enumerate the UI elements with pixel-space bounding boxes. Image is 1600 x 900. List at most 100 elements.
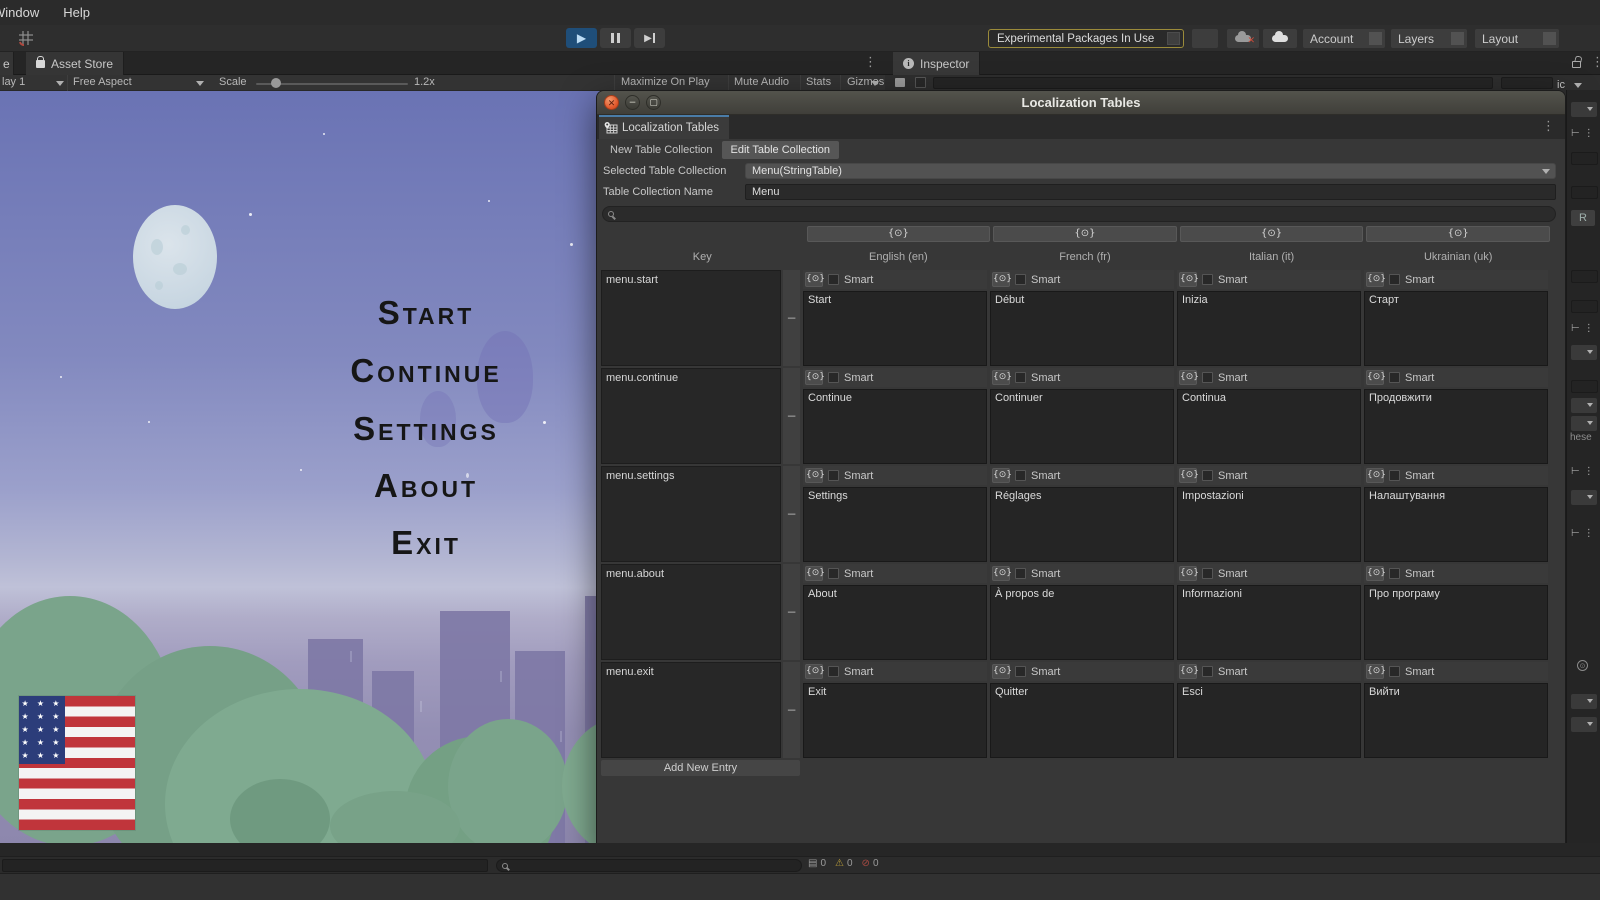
smart-checkbox[interactable] <box>1015 372 1026 383</box>
console-warning-count[interactable]: ⚠0 <box>835 858 853 869</box>
translation-value-field[interactable]: Continue <box>803 389 987 464</box>
row-remove-handle[interactable]: − <box>783 564 800 660</box>
game-panel-menu-icon[interactable]: ⋮ <box>864 56 877 69</box>
layers-dropdown[interactable]: Layers <box>1391 29 1467 48</box>
sliver-dropdown[interactable] <box>1571 416 1597 431</box>
smart-checkbox[interactable] <box>1202 372 1213 383</box>
key-cell[interactable]: menu.exit <box>601 662 781 758</box>
sliver-dropdown[interactable] <box>1571 398 1597 413</box>
translation-value-field[interactable]: Про програму <box>1364 585 1548 660</box>
preset-menu-icons[interactable]: ⊢⋮ <box>1571 466 1598 477</box>
translation-value-field[interactable]: Налаштування <box>1364 487 1548 562</box>
metadata-pin-button[interactable]: {⊙} <box>1179 664 1197 679</box>
new-table-collection-button[interactable]: New Table Collection <box>601 141 722 159</box>
metadata-pin-button[interactable]: {⊙} <box>805 370 823 385</box>
display-dropdown[interactable]: lay 1 <box>2 76 25 88</box>
metadata-pin-button[interactable]: {⊙} <box>1179 272 1197 287</box>
menu-window[interactable]: Window <box>0 5 39 20</box>
column-metadata-button[interactable]: {⊙} <box>807 226 991 242</box>
window-maximize-button[interactable]: ▢ <box>646 95 661 110</box>
game-menu-item[interactable]: Settings <box>353 410 499 448</box>
localization-tables-tab[interactable]: Localization Tables <box>599 115 729 139</box>
metadata-pin-button[interactable]: {⊙} <box>992 370 1010 385</box>
metadata-pin-button[interactable]: {⊙} <box>1366 566 1384 581</box>
cloud-button[interactable] <box>1263 29 1297 48</box>
bottom-panel-field[interactable] <box>2 859 488 872</box>
smart-checkbox[interactable] <box>1015 568 1026 579</box>
game-menu-item[interactable]: Exit <box>391 524 461 562</box>
smart-checkbox[interactable] <box>1389 372 1400 383</box>
step-button[interactable]: ▶ <box>634 28 665 48</box>
inspector-mini-field[interactable] <box>1501 77 1553 89</box>
metadata-pin-button[interactable]: {⊙} <box>805 272 823 287</box>
table-collection-name-field[interactable]: Menu <box>745 184 1556 200</box>
metadata-pin-button[interactable]: {⊙} <box>992 272 1010 287</box>
sliver-dropdown[interactable] <box>1571 345 1597 360</box>
stats-toggle[interactable]: Stats <box>806 76 831 88</box>
metadata-pin-button[interactable]: {⊙} <box>1366 272 1384 287</box>
sliver-field[interactable] <box>1571 152 1598 165</box>
sliver-field[interactable] <box>1571 300 1598 313</box>
metadata-pin-button[interactable]: {⊙} <box>1366 664 1384 679</box>
menu-help[interactable]: Help <box>63 5 90 20</box>
row-remove-handle[interactable]: − <box>783 466 800 562</box>
inspector-menu-icon[interactable]: ⋮ <box>1591 56 1600 69</box>
metadata-pin-button[interactable]: {⊙} <box>1366 468 1384 483</box>
translation-value-field[interactable]: À propos de <box>990 585 1174 660</box>
translation-value-field[interactable]: Informazioni <box>1177 585 1361 660</box>
preset-menu-icons[interactable]: ⊢⋮ <box>1571 128 1598 139</box>
gameobject-name-field[interactable] <box>933 77 1493 89</box>
collab-button[interactable]: ✕ <box>1227 29 1259 48</box>
window-panel-menu-icon[interactable]: ⋮ <box>1542 120 1555 133</box>
smart-checkbox[interactable] <box>1202 666 1213 677</box>
translation-value-field[interactable]: Début <box>990 291 1174 366</box>
console-error-count[interactable]: ⊘0 <box>862 858 879 869</box>
maximize-on-play-toggle[interactable]: Maximize On Play <box>621 76 710 88</box>
column-metadata-button[interactable]: {⊙} <box>993 226 1177 242</box>
smart-checkbox[interactable] <box>1015 470 1026 481</box>
metadata-pin-button[interactable]: {⊙} <box>1179 370 1197 385</box>
table-search-input[interactable] <box>602 206 1556 222</box>
selected-table-collection-dropdown[interactable]: Menu(StringTable) <box>745 163 1556 179</box>
smart-checkbox[interactable] <box>828 470 839 481</box>
translation-value-field[interactable]: Inizia <box>1177 291 1361 366</box>
add-new-entry-button[interactable]: Add New Entry <box>601 760 800 776</box>
smart-checkbox[interactable] <box>828 666 839 677</box>
play-button[interactable]: ▶ <box>566 28 597 48</box>
sliver-field[interactable] <box>1571 380 1598 393</box>
window-titlebar[interactable]: ✕ − ▢ Localization Tables <box>597 91 1565 115</box>
column-metadata-button[interactable]: {⊙} <box>1180 226 1364 242</box>
translation-value-field[interactable]: Settings <box>803 487 987 562</box>
translation-value-field[interactable]: Réglages <box>990 487 1174 562</box>
sliver-dropdown[interactable] <box>1571 694 1597 709</box>
row-remove-handle[interactable]: − <box>783 368 800 464</box>
edit-table-collection-button[interactable]: Edit Table Collection <box>722 141 839 159</box>
smart-checkbox[interactable] <box>1389 470 1400 481</box>
row-remove-handle[interactable]: − <box>783 662 800 758</box>
preset-menu-icons[interactable]: ⊢⋮ <box>1571 528 1598 539</box>
console-message-count[interactable]: ▤0 <box>808 858 826 869</box>
smart-checkbox[interactable] <box>1015 274 1026 285</box>
game-menu-item[interactable]: About <box>374 467 478 505</box>
scale-slider-knob[interactable] <box>271 78 281 88</box>
metadata-pin-button[interactable]: {⊙} <box>805 664 823 679</box>
translation-value-field[interactable]: Продовжити <box>1364 389 1548 464</box>
account-dropdown[interactable]: Account <box>1303 29 1385 48</box>
mute-audio-toggle[interactable]: Mute Audio <box>734 76 789 88</box>
smart-checkbox[interactable] <box>1389 274 1400 285</box>
smart-checkbox[interactable] <box>1389 666 1400 677</box>
sliver-dropdown[interactable] <box>1571 102 1597 117</box>
translation-value-field[interactable]: Impostazioni <box>1177 487 1361 562</box>
translation-value-field[interactable]: Вийти <box>1364 683 1548 758</box>
metadata-pin-button[interactable]: {⊙} <box>1366 370 1384 385</box>
column-metadata-button[interactable]: {⊙} <box>1366 226 1550 242</box>
key-cell[interactable]: menu.start <box>601 270 781 366</box>
row-remove-handle[interactable]: − <box>783 270 800 366</box>
sliver-dropdown[interactable] <box>1571 490 1597 505</box>
translation-value-field[interactable]: Continuer <box>990 389 1174 464</box>
preset-menu-icons[interactable]: ⊢⋮ <box>1571 323 1598 334</box>
tab-inspector[interactable]: i Inspector <box>893 52 980 75</box>
smart-checkbox[interactable] <box>1202 568 1213 579</box>
snap-grid-icon[interactable] <box>18 30 34 46</box>
sliver-field[interactable] <box>1571 270 1598 283</box>
